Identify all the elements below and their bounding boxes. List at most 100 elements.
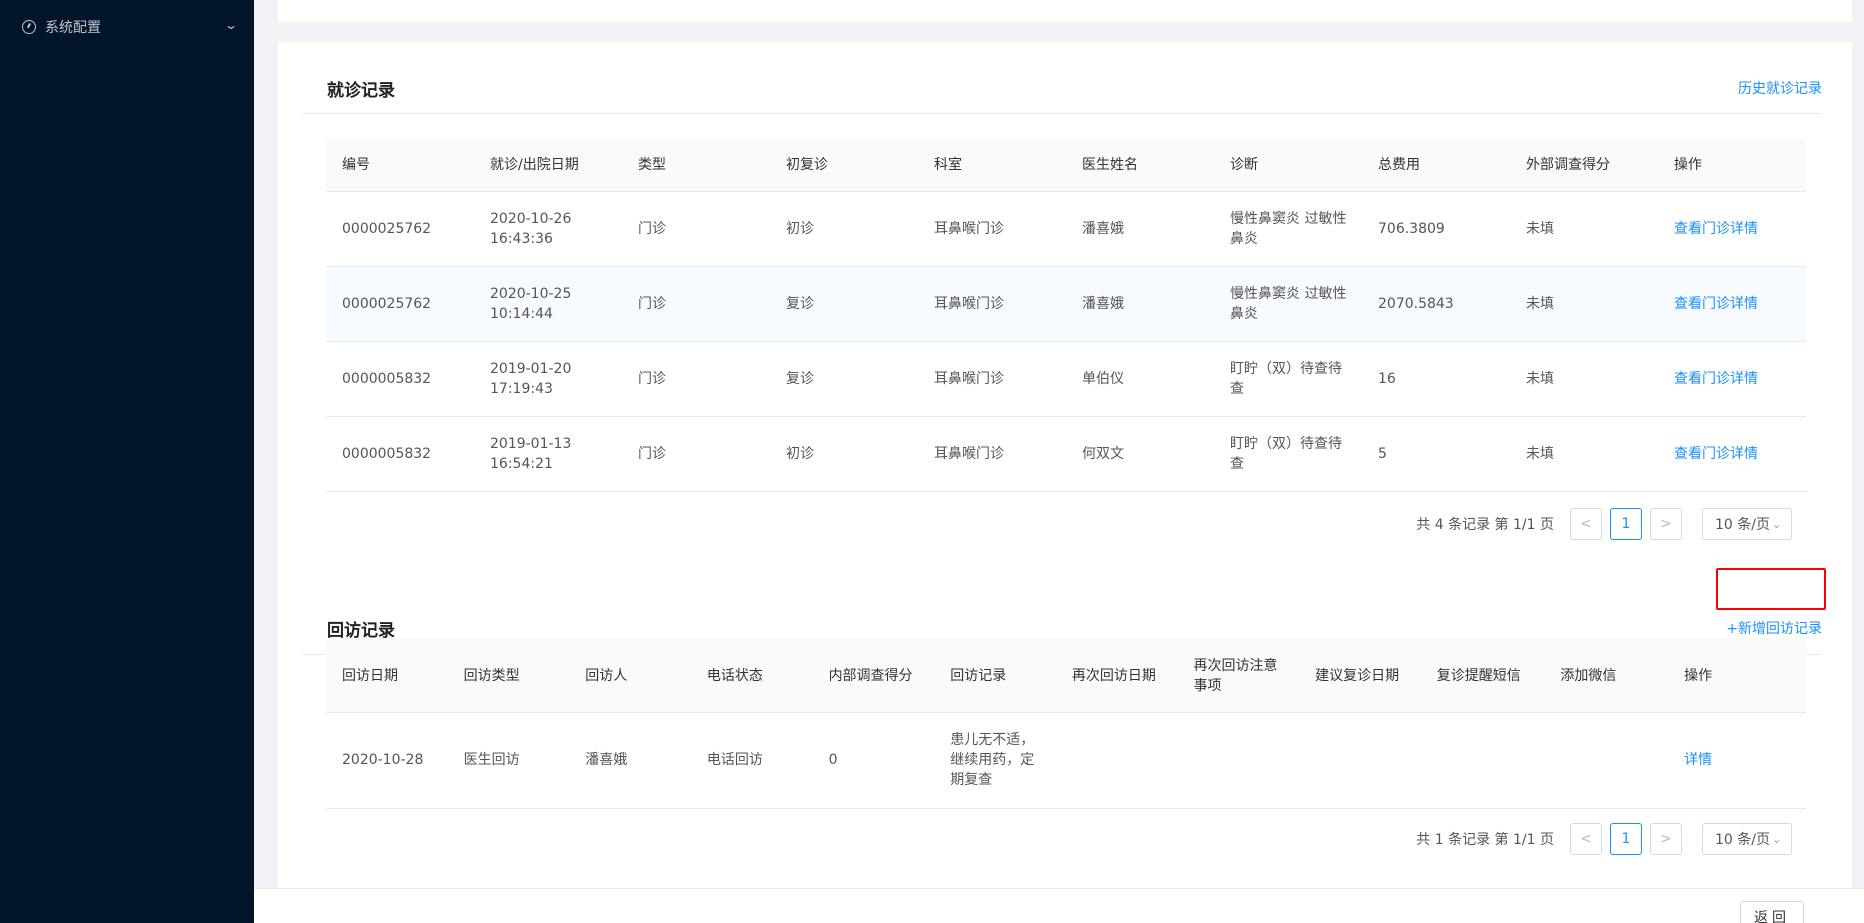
cell-date: 2020-10-25 10:14:44 — [474, 266, 622, 342]
col-header: 再次回访注意事项 — [1177, 638, 1300, 713]
cell-note — [1177, 712, 1300, 809]
cell-visit: 初诊 — [770, 416, 918, 492]
cell-wechat — [1544, 712, 1669, 809]
next-page-button[interactable]: > — [1650, 823, 1682, 855]
cell-diagnosis: 慢性鼻窦炎 过敏性鼻炎 — [1214, 266, 1362, 342]
page-button-current[interactable]: 1 — [1610, 823, 1642, 855]
cell-type: 门诊 — [622, 416, 770, 492]
cell-id: 0000025762 — [326, 266, 474, 342]
page-size-select[interactable]: 10 条/页 ⌄ — [1702, 823, 1792, 855]
cell-phone-status: 电话回访 — [690, 712, 813, 809]
cell-id: 0000005832 — [326, 416, 474, 492]
col-header: 就诊/出院日期 — [474, 138, 622, 192]
cell-fee: 16 — [1362, 341, 1510, 417]
cell-dept: 耳鼻喉门诊 — [918, 191, 1066, 267]
col-header: 复诊提醒短信 — [1420, 638, 1545, 713]
history-visits-link[interactable]: 历史就诊记录 — [1738, 78, 1822, 98]
cell-diagnosis: 盯眝（双）待查待查 — [1214, 341, 1362, 417]
col-header: 编号 — [326, 138, 474, 192]
cell-date: 2019-01-13 16:54:21 — [474, 416, 622, 492]
cell-score: 0 — [812, 712, 935, 809]
col-header: 添加微信 — [1544, 638, 1669, 713]
cell-action: 查看门诊详情 — [1658, 416, 1806, 492]
records-card: 就诊记录 历史就诊记录 编号 就诊/出院日期 类型 初复诊 科室 医生姓名 诊断… — [278, 42, 1852, 888]
cell-score: 未填 — [1510, 341, 1658, 417]
cell-visit: 复诊 — [770, 266, 918, 342]
col-header: 回访日期 — [326, 638, 448, 713]
col-header: 操作 — [1668, 638, 1806, 713]
cell-type: 门诊 — [622, 191, 770, 267]
cell-diagnosis: 盯眝（双）待查待查 — [1214, 416, 1362, 492]
table-row: 0000025762 2020-10-26 16:43:36 门诊 初诊 耳鼻喉门… — [326, 191, 1806, 267]
col-header: 内部调查得分 — [812, 638, 935, 713]
cell-type: 门诊 — [622, 341, 770, 417]
cell-action: 查看门诊详情 — [1658, 191, 1806, 267]
footer-bar: 返回 — [254, 888, 1864, 923]
next-page-button[interactable]: > — [1650, 508, 1682, 540]
cell-suggest-date — [1299, 712, 1421, 809]
prev-page-button[interactable]: < — [1570, 508, 1602, 540]
prev-page-button[interactable]: < — [1570, 823, 1602, 855]
cell-dept: 耳鼻喉门诊 — [918, 341, 1066, 417]
followups-header-row: 回访日期 回访类型 回访人 电话状态 内部调查得分 回访记录 再次回访日期 再次… — [326, 638, 1806, 713]
visits-header: 就诊记录 历史就诊记录 — [302, 42, 1822, 114]
col-header: 操作 — [1658, 138, 1806, 192]
cell-dept: 耳鼻喉门诊 — [918, 416, 1066, 492]
add-followup-link[interactable]: +新增回访记录 — [1726, 618, 1822, 638]
col-header: 科室 — [918, 138, 1066, 192]
col-header: 电话状态 — [690, 638, 813, 713]
col-header: 回访人 — [569, 638, 691, 713]
dashboard-icon — [22, 20, 36, 34]
cell-sms — [1420, 712, 1545, 809]
cell-date: 2020-10-26 16:43:36 — [474, 191, 622, 267]
pagination-total: 共 4 条记录 第 1/1 页 — [1416, 517, 1554, 533]
col-header: 回访记录 — [934, 638, 1056, 713]
page-button-current[interactable]: 1 — [1610, 508, 1642, 540]
top-card — [278, 0, 1852, 22]
cell-fee: 706.3809 — [1362, 191, 1510, 267]
visits-table: 编号 就诊/出院日期 类型 初复诊 科室 医生姓名 诊断 总费用 外部调查得分 … — [326, 138, 1806, 492]
highlight-box — [1716, 568, 1826, 610]
cell-doctor: 单伯仪 — [1066, 341, 1214, 417]
chevron-down-icon: ⌄ — [1771, 517, 1782, 531]
col-header: 外部调查得分 — [1510, 138, 1658, 192]
col-header: 诊断 — [1214, 138, 1362, 192]
main-content: 就诊记录 历史就诊记录 编号 就诊/出院日期 类型 初复诊 科室 医生姓名 诊断… — [254, 0, 1864, 923]
col-header: 建议复诊日期 — [1299, 638, 1421, 713]
col-header: 医生姓名 — [1066, 138, 1214, 192]
cell-doctor: 潘喜娥 — [1066, 266, 1214, 342]
cell-fee: 5 — [1362, 416, 1510, 492]
chevron-down-icon: ⌄ — [1771, 832, 1782, 846]
cell-person: 潘喜娥 — [569, 712, 691, 809]
cell-doctor: 潘喜娥 — [1066, 191, 1214, 267]
followup-detail-link[interactable]: 详情 — [1684, 752, 1712, 768]
cell-score: 未填 — [1510, 191, 1658, 267]
cell-action: 详情 — [1668, 712, 1806, 809]
table-row: 0000005832 2019-01-13 16:54:21 门诊 初诊 耳鼻喉门… — [326, 416, 1806, 492]
sidebar-item-system-config[interactable]: 系统配置 ⌄ — [0, 12, 254, 42]
view-visit-detail-link[interactable]: 查看门诊详情 — [1674, 296, 1758, 312]
cell-action: 查看门诊详情 — [1658, 266, 1806, 342]
table-row: 0000005832 2019-01-20 17:19:43 门诊 复诊 耳鼻喉门… — [326, 341, 1806, 417]
followups-pagination: 共 1 条记录 第 1/1 页 < 1 > 10 条/页 ⌄ — [1416, 823, 1792, 855]
cell-id: 0000025762 — [326, 191, 474, 267]
sidebar-item-label: 系统配置 — [45, 20, 101, 36]
cell-visit: 复诊 — [770, 341, 918, 417]
chevron-down-icon: ⌄ — [223, 18, 239, 32]
visits-title: 就诊记录 — [327, 81, 395, 101]
table-row: 0000025762 2020-10-25 10:14:44 门诊 复诊 耳鼻喉门… — [326, 266, 1806, 342]
view-visit-detail-link[interactable]: 查看门诊详情 — [1674, 221, 1758, 237]
cell-id: 0000005832 — [326, 341, 474, 417]
cell-date: 2020-10-28 — [326, 712, 448, 809]
view-visit-detail-link[interactable]: 查看门诊详情 — [1674, 371, 1758, 387]
pagination-total: 共 1 条记录 第 1/1 页 — [1416, 832, 1554, 848]
cell-action: 查看门诊详情 — [1658, 341, 1806, 417]
cell-record: 患儿无不适，继续用药，定期复查 — [934, 712, 1056, 809]
back-button[interactable]: 返回 — [1740, 901, 1804, 923]
view-visit-detail-link[interactable]: 查看门诊详情 — [1674, 446, 1758, 462]
page-size-select[interactable]: 10 条/页 ⌄ — [1702, 508, 1792, 540]
col-header: 再次回访日期 — [1055, 638, 1178, 713]
cell-type: 门诊 — [622, 266, 770, 342]
cell-type: 医生回访 — [447, 712, 570, 809]
cell-score: 未填 — [1510, 416, 1658, 492]
